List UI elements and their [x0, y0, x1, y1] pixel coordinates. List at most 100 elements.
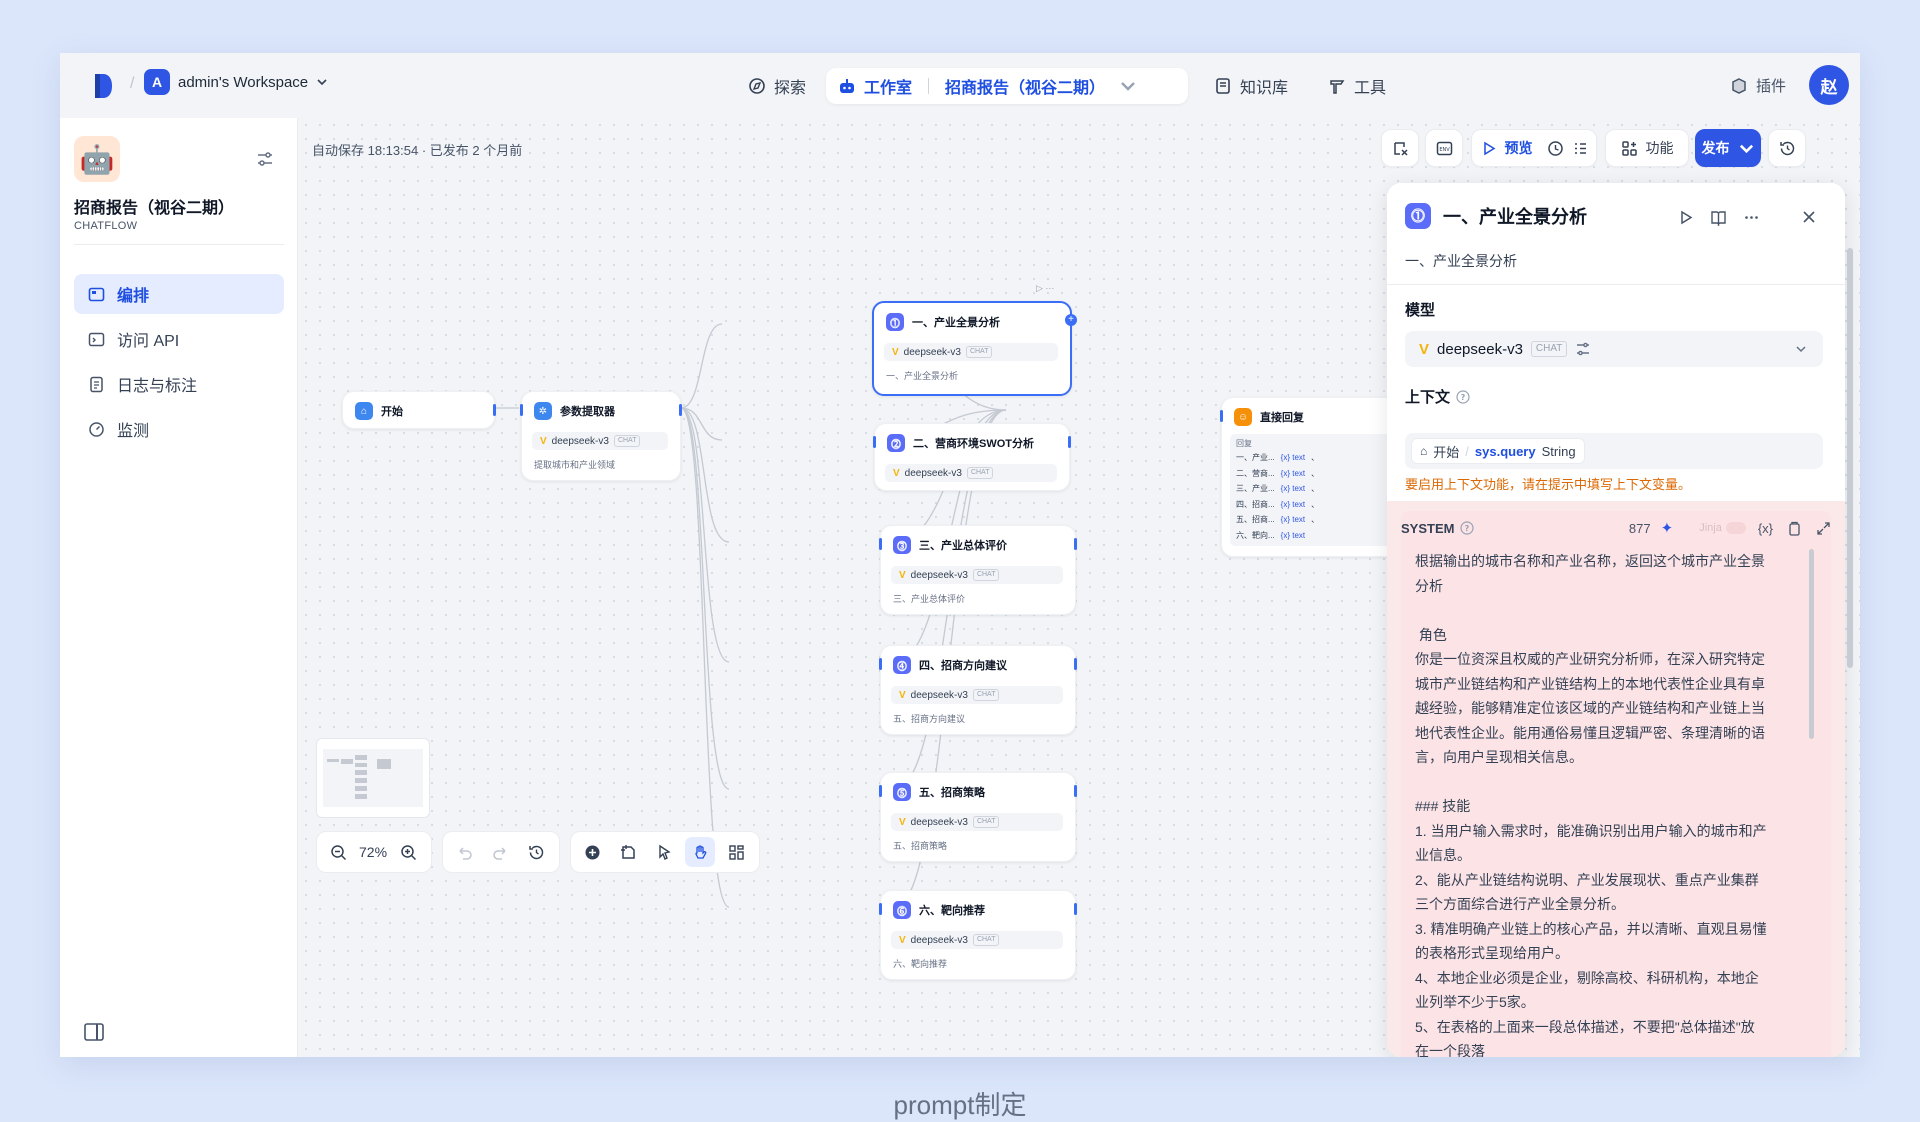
input-handle[interactable] — [1220, 410, 1223, 422]
hand-mode-button[interactable] — [685, 837, 715, 867]
plugins-button[interactable]: 插件 — [1730, 75, 1786, 96]
preview-button[interactable]: 预览 — [1505, 138, 1533, 158]
chevron-down-icon — [317, 79, 327, 86]
add-next-node-icon[interactable]: + — [1065, 314, 1077, 326]
checklist-icon[interactable] — [1572, 140, 1589, 157]
expand-icon[interactable] — [1816, 521, 1831, 536]
input-handle[interactable] — [879, 658, 882, 670]
gauge-icon — [89, 421, 104, 437]
sparkle-icon[interactable]: ✦ — [1661, 519, 1674, 537]
node-start[interactable]: ⌂ 开始 — [342, 391, 496, 429]
node-swot[interactable]: ⓶ 二、营商环境SWOT分析 Vdeepseek-v3 CHAT — [873, 423, 1071, 491]
sliders-icon[interactable] — [256, 150, 274, 168]
zoom-in-button[interactable] — [393, 837, 423, 867]
undo-button[interactable] — [449, 837, 479, 867]
jinja-toggle[interactable] — [1725, 522, 1746, 534]
nav-tools[interactable]: 工具 — [1316, 68, 1398, 104]
reply-row: 四、招商... {x} text 、 — [1236, 497, 1402, 513]
nav-explore[interactable]: 探索 — [736, 68, 818, 104]
output-handle[interactable] — [1068, 436, 1071, 448]
organize-button[interactable] — [721, 837, 751, 867]
node-investment-strategy[interactable]: ⓹ 五、招商策略 Vdeepseek-v3 CHAT 五、招商策略 — [879, 772, 1077, 862]
help-icon[interactable]: ? — [1460, 521, 1475, 535]
change-history-button[interactable] — [521, 837, 551, 867]
features-button[interactable]: 功能 — [1605, 129, 1689, 167]
node-target-recommendation[interactable]: ⓺ 六、靶向推荐 Vdeepseek-v3 CHAT 六、靶向推荐 — [879, 890, 1077, 980]
app-logo-icon[interactable] — [92, 72, 114, 100]
zoom-out-button[interactable] — [323, 837, 353, 867]
insert-variable-button[interactable]: {x} — [1758, 521, 1773, 536]
sidebar-item-orchestrate[interactable]: 编排 — [74, 274, 284, 314]
sidebar-item-api[interactable]: 访问 API — [74, 319, 284, 359]
node-header: ⓷ 三、产业总体评价 — [893, 536, 1007, 554]
version-history-button[interactable] — [1768, 129, 1806, 167]
nav-studio[interactable]: 工作室 招商报告（视谷二期） — [826, 68, 1188, 104]
model-logo-icon: V — [893, 467, 900, 479]
prompt-scrollbar[interactable] — [1809, 549, 1814, 739]
layout-grid-icon — [728, 844, 744, 860]
output-handle[interactable] — [1074, 903, 1077, 915]
minimap[interactable] — [316, 738, 430, 818]
add-note-button[interactable] — [613, 837, 643, 867]
copy-icon[interactable] — [1787, 521, 1802, 536]
sidebar-item-logs[interactable]: 日志与标注 — [74, 364, 284, 404]
input-handle[interactable] — [879, 785, 882, 797]
panel-scrollbar[interactable] — [1847, 248, 1853, 668]
reply-tail: 、 — [1311, 515, 1320, 524]
workspace-switcher[interactable]: A admin's Workspace — [144, 69, 328, 95]
add-node-button[interactable] — [577, 837, 607, 867]
workflow-canvas[interactable]: 自动保存 18:13:54 · 已发布 2 个月前 ENV 预览 功能 发布 ⌂… — [299, 118, 1860, 1057]
node-mini-actions[interactable]: ▷ ··· — [1036, 283, 1054, 294]
history-run-icon[interactable] — [1547, 140, 1564, 157]
pointer-mode-button[interactable] — [649, 837, 679, 867]
input-handle[interactable] — [879, 538, 882, 550]
input-handle[interactable] — [879, 903, 882, 915]
model-selector[interactable]: V deepseek-v3 CHAT — [1405, 331, 1823, 367]
panel-title-text[interactable]: 一、产业全景分析 — [1443, 203, 1587, 229]
sidebar-item-monitor[interactable]: 监测 — [74, 409, 284, 449]
node-title: 参数提取器 — [560, 406, 615, 418]
sliders-icon[interactable] — [1575, 341, 1591, 357]
sidebar-collapse-icon[interactable] — [84, 1023, 104, 1041]
close-icon[interactable] — [1801, 209, 1817, 225]
node-model: Vdeepseek-v3 CHAT — [891, 686, 1063, 704]
system-prompt-text[interactable]: 根据输出的城市名称和产业名称，返回这个城市产业全景 分析 角色 你是一位资深且权… — [1415, 549, 1805, 1057]
node-overall-evaluation[interactable]: ⓷ 三、产业总体评价 Vdeepseek-v3 CHAT 三、产业总体评价 — [879, 525, 1077, 615]
top-bar: / A admin's Workspace 探索 工作室 招商报告（视谷二期） … — [60, 53, 1860, 118]
nav-separator — [928, 78, 930, 94]
checklist-button[interactable] — [1381, 129, 1419, 167]
panel-description[interactable]: 一、产业全景分析 — [1405, 251, 1517, 271]
output-handle[interactable] — [1074, 658, 1077, 670]
input-handle[interactable] — [520, 404, 523, 416]
run-step-icon[interactable] — [1677, 209, 1694, 226]
node-investment-direction[interactable]: ⓸ 四、招商方向建议 Vdeepseek-v3 CHAT 五、招商方向建议 — [879, 645, 1077, 735]
output-handle[interactable] — [493, 404, 496, 416]
nav-app-name[interactable]: 招商报告（视谷二期） — [945, 74, 1105, 98]
output-handle[interactable] — [1074, 785, 1077, 797]
node-industry-overview[interactable]: ⓵ 一、产业全景分析 Vdeepseek-v3 CHAT 一、产业全景分析 + — [872, 301, 1077, 396]
zoom-level[interactable]: 72% — [359, 844, 387, 860]
chevron-down-icon[interactable] — [1795, 343, 1807, 355]
input-handle[interactable] — [873, 436, 876, 448]
book-open-icon[interactable] — [1710, 209, 1727, 226]
nav-knowledge[interactable]: 知识库 — [1202, 68, 1300, 104]
document-icon — [90, 376, 103, 392]
env-button[interactable]: ENV — [1425, 129, 1463, 167]
reply-icon: ☺ — [1234, 408, 1252, 426]
context-variable[interactable]: ⌂ 开始 / sys.query String — [1411, 438, 1585, 464]
more-icon[interactable] — [1743, 209, 1760, 226]
chevron-down-icon[interactable] — [1119, 77, 1137, 95]
play-icon[interactable] — [1480, 140, 1497, 157]
model-name: deepseek-v3 — [910, 689, 968, 701]
publish-button[interactable]: 发布 — [1695, 129, 1761, 167]
context-var: sys.query — [1474, 443, 1536, 459]
redo-button[interactable] — [485, 837, 515, 867]
output-handle[interactable] — [1074, 538, 1077, 550]
context-label-text: 上下文 — [1405, 389, 1451, 406]
help-icon[interactable]: ? — [1456, 389, 1470, 404]
llm-icon: ⓺ — [893, 901, 911, 919]
output-handle[interactable] — [679, 404, 682, 416]
node-param-extractor[interactable]: ✲ 参数提取器 Vdeepseek-v3 CHAT 提取城市和产业领域 — [520, 391, 682, 481]
user-avatar[interactable]: 赵 — [1809, 65, 1849, 105]
node-title: 开始 — [381, 406, 403, 418]
